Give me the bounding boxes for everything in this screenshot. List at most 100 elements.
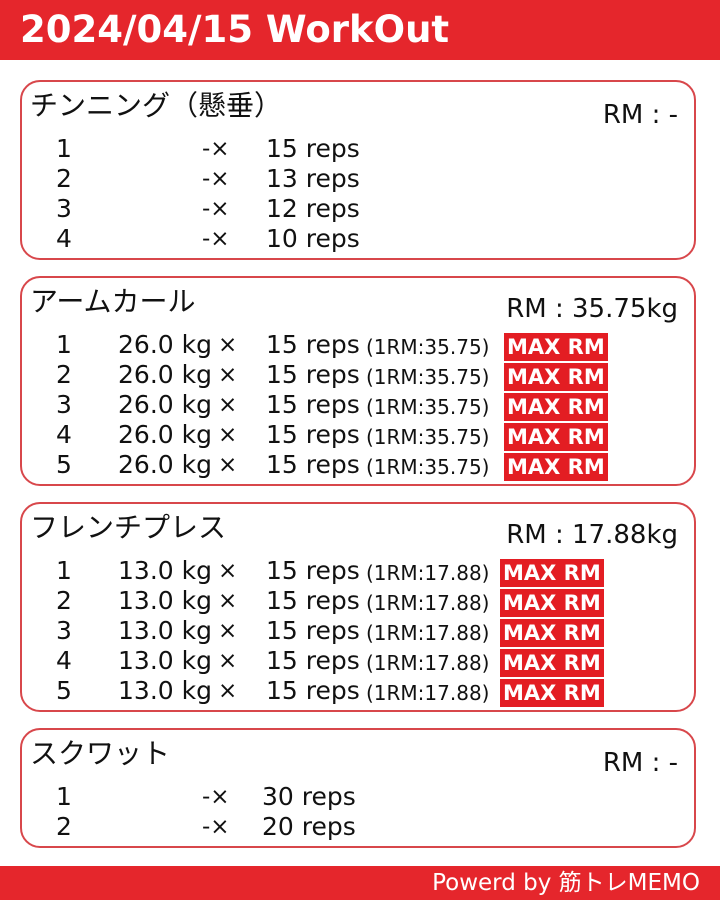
set-reps: 15 reps [266,676,360,705]
set-row: 1 -× 30 reps [22,782,694,812]
set-reps: 15 reps [266,390,360,419]
exercise-card-french-press: フレンチプレス RM : 17.88kg 1 13.0 kg × 15 reps… [20,502,696,712]
header-bar: 2024/04/15 WorkOut [0,0,720,60]
exercise-card-chinning: チンニング（懸垂） RM : - 1 -× 15 reps 2 -× 13 re… [20,80,696,260]
times-sign: × [218,362,238,388]
max-rm-badge: MAX RM [504,333,608,361]
set-row: 4 -× 10 reps [22,224,694,254]
times-sign: -× [202,226,230,252]
one-rm-value: (1RM:35.75) [366,365,490,389]
set-row: 5 13.0 kg × 15 reps (1RM:17.88) MAX RM [22,676,694,707]
set-reps: 15 reps [266,616,360,645]
max-rm-badge: MAX RM [504,393,608,421]
set-reps: 20 reps [262,812,356,841]
max-rm-badge: MAX RM [500,679,604,707]
rm-value: RM : - [602,100,678,130]
set-weight: 26.0 kg [118,420,212,449]
set-reps: 15 reps [266,330,360,359]
times-sign: × [218,618,238,644]
exercise-name: アームカール [30,285,196,318]
max-rm-badge: MAX RM [500,559,604,587]
set-weight: 13.0 kg [118,556,212,585]
set-number: 2 [56,360,72,389]
set-reps: 15 reps [266,420,360,449]
max-rm-badge: MAX RM [504,423,608,451]
times-sign: × [218,558,238,584]
set-row: 4 13.0 kg × 15 reps (1RM:17.88) MAX RM [22,646,694,677]
set-number: 4 [56,224,72,253]
set-reps: 15 reps [266,360,360,389]
set-weight: 13.0 kg [118,646,212,675]
set-number: 5 [56,676,72,705]
times-sign: -× [202,784,230,810]
max-rm-badge: MAX RM [500,589,604,617]
set-row: 5 26.0 kg × 15 reps (1RM:35.75) MAX RM [22,450,694,481]
rm-value: RM : - [602,748,678,778]
set-number: 3 [56,194,72,223]
times-sign: -× [202,136,230,162]
exercise-name: スクワット [30,737,171,770]
set-row: 1 13.0 kg × 15 reps (1RM:17.88) MAX RM [22,556,694,587]
set-reps: 12 reps [266,194,360,223]
times-sign: × [218,452,238,478]
set-row: 1 26.0 kg × 15 reps (1RM:35.75) MAX RM [22,330,694,361]
set-number: 3 [56,390,72,419]
set-number: 1 [56,134,72,163]
set-row: 2 13.0 kg × 15 reps (1RM:17.88) MAX RM [22,586,694,617]
set-row: 2 26.0 kg × 15 reps (1RM:35.75) MAX RM [22,360,694,391]
max-rm-badge: MAX RM [500,649,604,677]
one-rm-value: (1RM:17.88) [366,621,490,645]
times-sign: × [218,332,238,358]
set-weight: 26.0 kg [118,390,212,419]
footer-bar: Powerd by 筋トレMEMO [0,866,720,900]
times-sign: -× [202,166,230,192]
set-number: 3 [56,616,72,645]
set-weight: 13.0 kg [118,676,212,705]
set-number: 1 [56,782,72,811]
one-rm-value: (1RM:35.75) [366,455,490,479]
one-rm-value: (1RM:17.88) [366,591,490,615]
set-reps: 15 reps [266,646,360,675]
times-sign: -× [202,196,230,222]
set-weight: 26.0 kg [118,450,212,479]
set-row: 3 -× 12 reps [22,194,694,224]
set-number: 4 [56,646,72,675]
set-number: 4 [56,420,72,449]
set-weight: 13.0 kg [118,616,212,645]
set-weight: 13.0 kg [118,586,212,615]
set-row: 2 -× 20 reps [22,812,694,842]
times-sign: × [218,392,238,418]
max-rm-badge: MAX RM [504,363,608,391]
set-row: 3 13.0 kg × 15 reps (1RM:17.88) MAX RM [22,616,694,647]
set-number: 1 [56,330,72,359]
times-sign: × [218,648,238,674]
set-number: 2 [56,812,72,841]
exercise-name: チンニング（懸垂） [30,89,283,122]
set-weight: 26.0 kg [118,360,212,389]
max-rm-badge: MAX RM [500,619,604,647]
set-row: 3 26.0 kg × 15 reps (1RM:35.75) MAX RM [22,390,694,421]
set-reps: 15 reps [266,134,360,163]
footer-credit: Powerd by 筋トレMEMO [432,870,700,896]
set-reps: 30 reps [262,782,356,811]
times-sign: × [218,678,238,704]
set-reps: 15 reps [266,586,360,615]
set-reps: 10 reps [266,224,360,253]
exercise-name: フレンチプレス [30,511,227,544]
set-number: 5 [56,450,72,479]
rm-value: RM : 35.75kg [506,294,678,324]
times-sign: × [218,422,238,448]
times-sign: -× [202,814,230,840]
set-reps: 15 reps [266,556,360,585]
one-rm-value: (1RM:35.75) [366,335,490,359]
set-row: 1 -× 15 reps [22,134,694,164]
max-rm-badge: MAX RM [504,453,608,481]
times-sign: × [218,588,238,614]
exercise-card-squat: スクワット RM : - 1 -× 30 reps 2 -× 20 reps [20,728,696,848]
set-reps: 13 reps [266,164,360,193]
set-number: 2 [56,164,72,193]
set-number: 1 [56,556,72,585]
set-row: 2 -× 13 reps [22,164,694,194]
page-title: 2024/04/15 WorkOut [20,8,450,51]
one-rm-value: (1RM:17.88) [366,561,490,585]
